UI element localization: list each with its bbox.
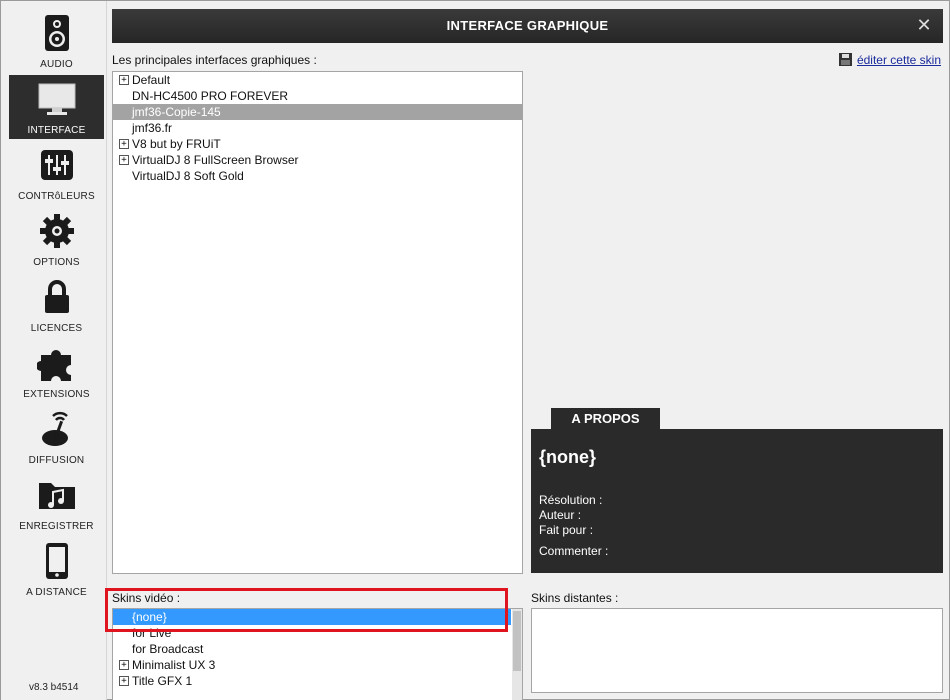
sidebar-item-label: INTERFACE [27,125,86,136]
author-label: Auteur : [539,508,582,522]
list-item[interactable]: VirtualDJ 8 Soft Gold [113,168,522,184]
scrollbar-thumb[interactable] [513,611,521,671]
list-item[interactable]: jmf36-Copie-145 [113,104,522,120]
list-item-label: V8 but by FRUiT [132,137,221,151]
version-label: v8.3 b4514 [29,682,79,693]
expand-icon[interactable]: + [119,660,129,670]
expand-icon[interactable]: + [119,75,129,85]
sidebar-item-extensions[interactable]: EXTENSIONS [9,339,104,403]
edit-skin-link[interactable]: éditer cette skin [857,53,941,67]
broadcast-icon [9,409,104,449]
list-item-label: jmf36.fr [132,121,173,135]
sidebar-item-label: A DISTANCE [26,587,87,598]
save-icon[interactable] [839,53,852,66]
expand-icon[interactable]: + [119,155,129,165]
list-item[interactable]: jmf36.fr [113,120,522,136]
expand-icon[interactable]: + [119,676,129,686]
list-item-label: VirtualDJ 8 FullScreen Browser [132,153,299,167]
sidebar-item-label: CONTRôLEURS [18,191,95,202]
sidebar-item-interface[interactable]: INTERFACE [9,75,104,139]
speaker-icon [9,13,104,53]
list-item[interactable]: + Default [113,72,522,88]
made-for-label: Fait pour : [539,523,594,537]
close-button[interactable]: ✕ [915,16,933,34]
list-item-label: jmf36-Copie-145 [132,105,221,119]
sidebar-item-record[interactable]: ENREGISTRER [9,471,104,535]
skins-label: Les principales interfaces graphiques : [112,53,317,67]
list-item-label: for Broadcast [132,642,204,656]
puzzle-icon [9,343,104,383]
sidebar-item-remote[interactable]: A DISTANCE [9,537,104,601]
monitor-icon [9,79,104,119]
list-item[interactable]: + VirtualDJ 8 FullScreen Browser [113,152,522,168]
resolution-label: Résolution : [539,493,603,507]
remote-skins-label: Skins distantes : [531,591,619,605]
sidebar-item-label: AUDIO [40,59,73,70]
skin-name: {none} [539,447,597,467]
list-item-label: DN-HC4500 PRO FOREVER [132,89,289,103]
title-bar: INTERFACE GRAPHIQUE ✕ [112,9,943,43]
list-item[interactable]: + V8 but by FRUiT [113,136,522,152]
window-title: INTERFACE GRAPHIQUE [446,18,609,33]
sidebar-item-controllers[interactable]: CONTRôLEURS [9,141,104,205]
gear-icon [9,211,104,251]
sidebar: AUDIO INTERFACE CONTRôLEURS OPTIONS LICE… [1,1,107,700]
sidebar-item-label: ENREGISTRER [19,521,94,532]
list-item-label: Minimalist UX 3 [132,658,216,672]
list-item[interactable]: + Title GFX 1 [113,673,511,689]
about-panel: {none} Résolution : Auteur : Fait pour :… [531,429,943,573]
list-item[interactable]: + Minimalist UX 3 [113,657,511,673]
sidebar-item-audio[interactable]: AUDIO [9,9,104,73]
list-item-label: Title GFX 1 [132,674,193,688]
sidebar-item-options[interactable]: OPTIONS [9,207,104,271]
list-item-label: VirtualDJ 8 Soft Gold [132,169,244,183]
list-item[interactable]: for Broadcast [113,641,511,657]
music-folder-icon [9,475,104,515]
sidebar-item-licences[interactable]: LICENCES [9,273,104,337]
list-item-label: Default [132,73,171,87]
sidebar-item-label: EXTENSIONS [23,389,90,400]
expand-icon[interactable]: + [119,139,129,149]
lock-icon [9,277,104,317]
sidebar-item-label: OPTIONS [33,257,80,268]
list-item[interactable]: DN-HC4500 PRO FOREVER [113,88,522,104]
sidebar-item-label: DIFFUSION [28,455,85,466]
sidebar-item-diffusion[interactable]: DIFFUSION [9,405,104,469]
scrollbar[interactable] [512,609,522,700]
phone-icon [9,541,104,581]
skins-list[interactable]: + Default DN-HC4500 PRO FOREVER jmf36-Cop… [112,71,523,574]
tab-about[interactable]: A PROPOS [551,408,660,430]
sidebar-item-label: LICENCES [30,323,83,334]
comment-label: Commenter : [539,544,609,558]
remote-skins-list[interactable] [531,608,943,693]
sliders-icon [9,145,104,185]
highlight-annotation [105,588,508,632]
